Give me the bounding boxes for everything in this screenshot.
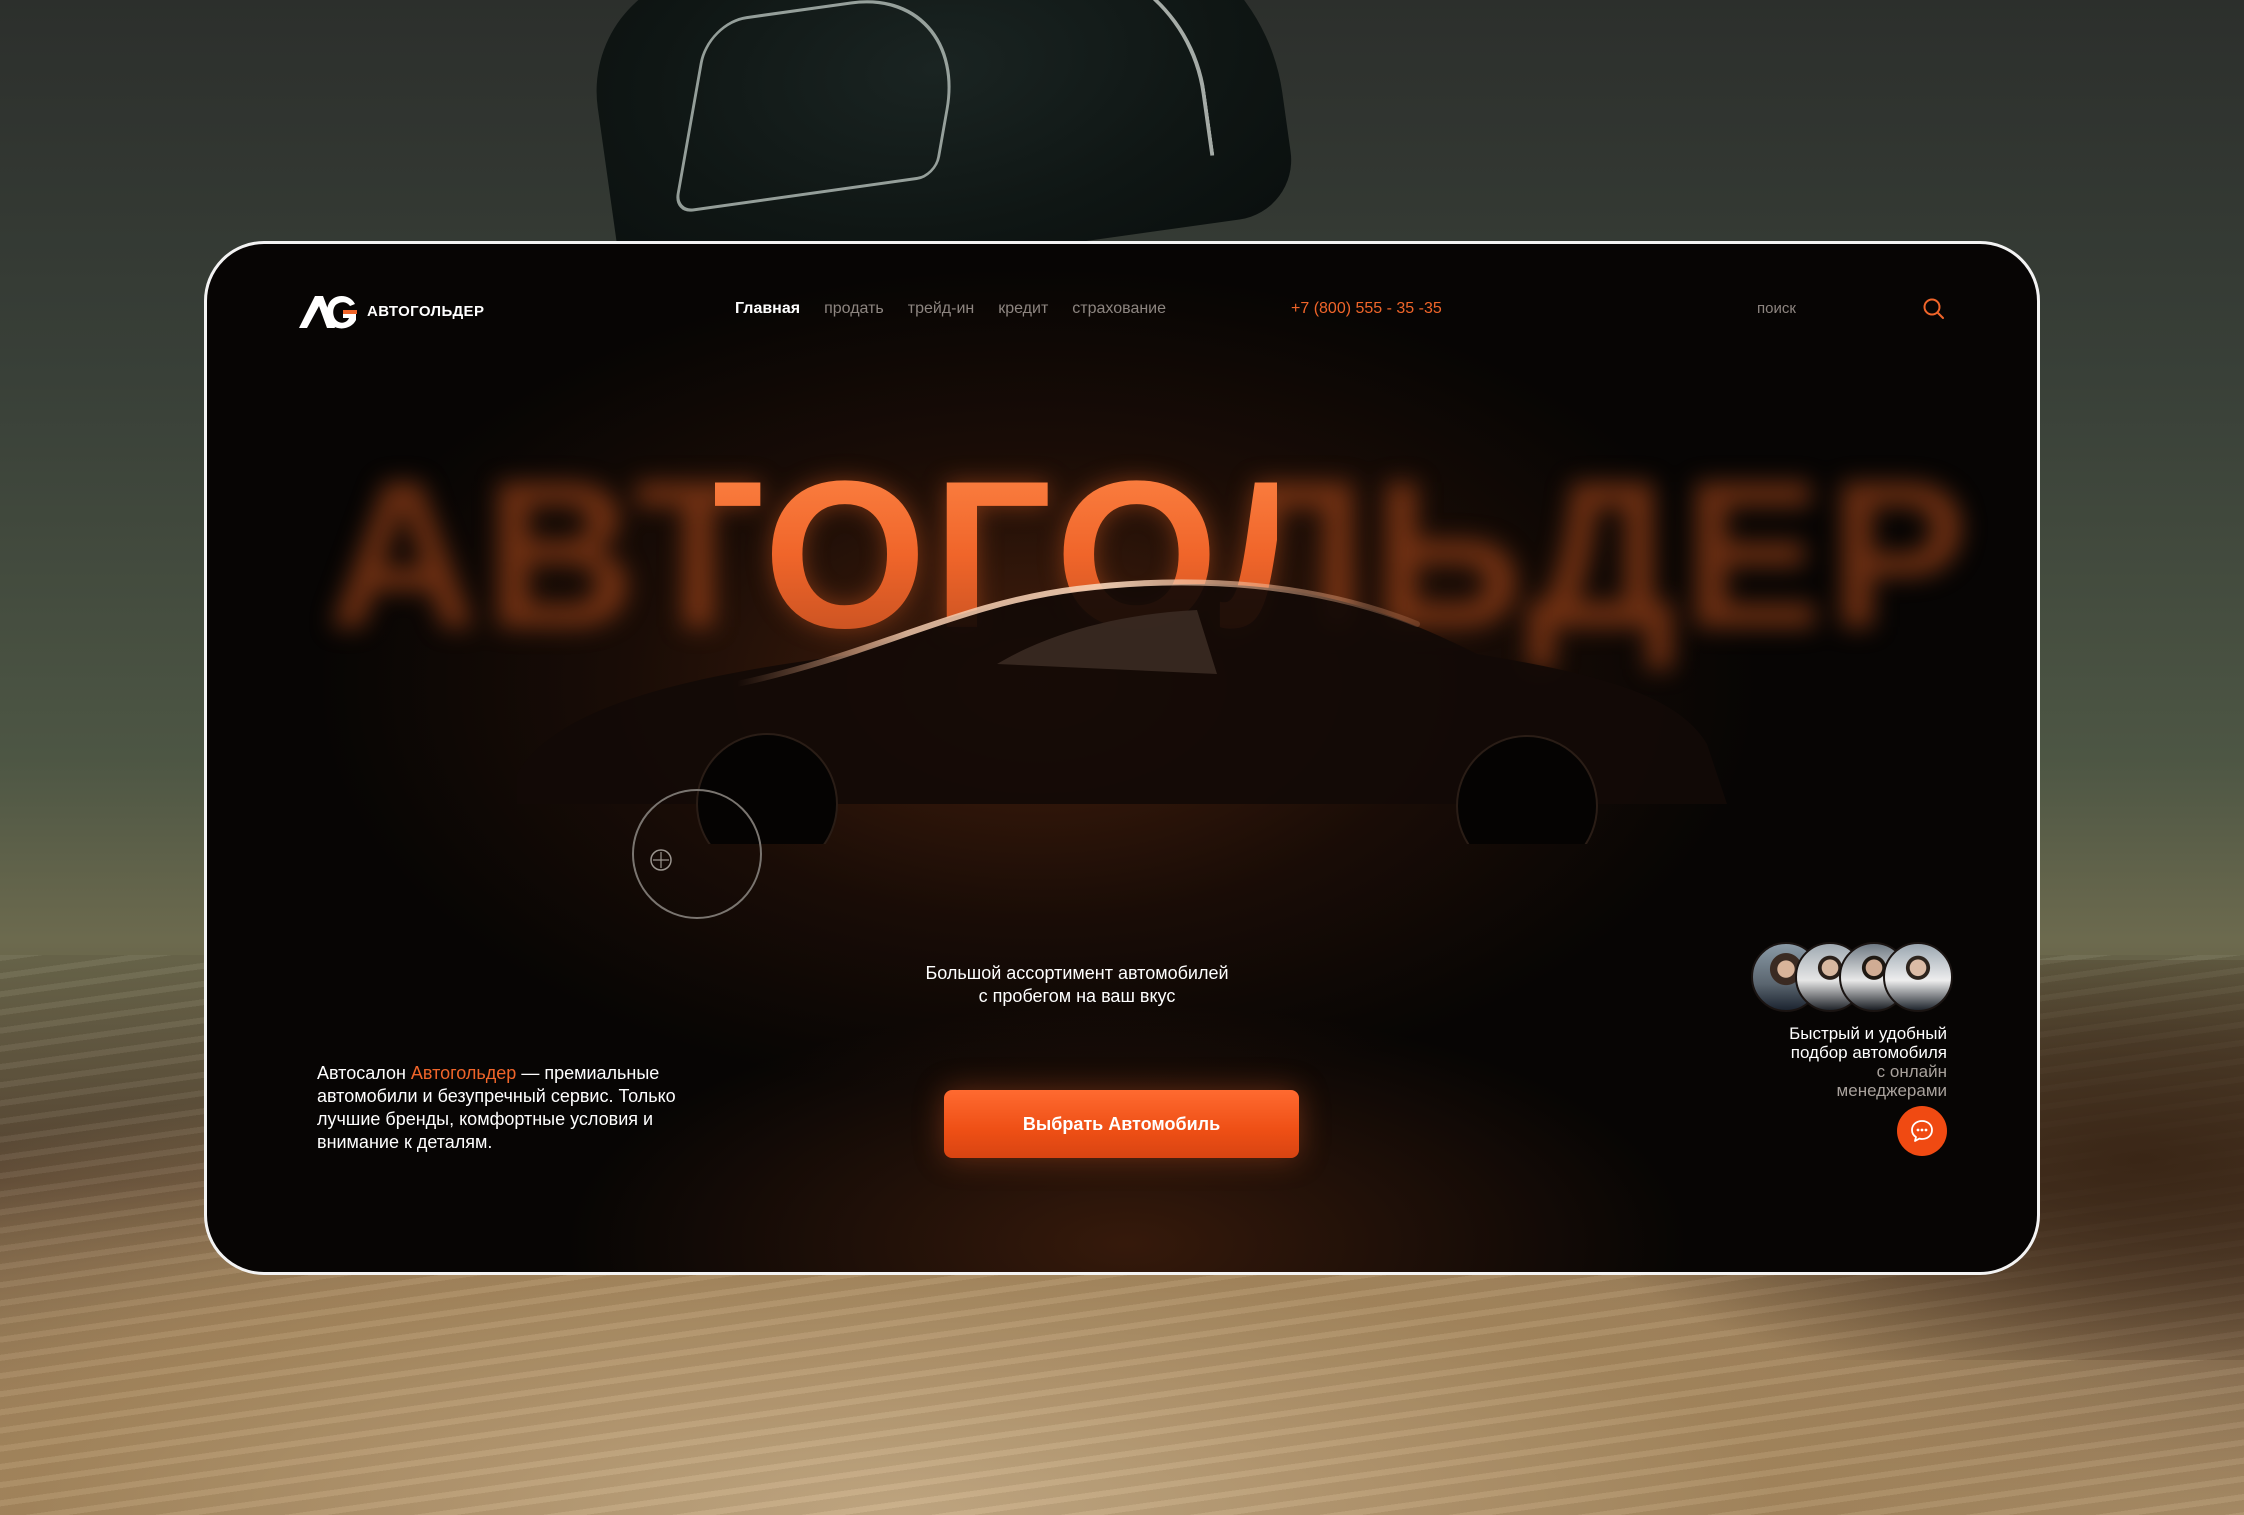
tagline-line-2: с пробегом на ваш вкус bbox=[978, 986, 1176, 1006]
caption-line-1: Быстрый и удобный bbox=[1789, 1024, 1947, 1043]
caption-line-4: менеджерами bbox=[1836, 1081, 1947, 1100]
nav-item-home[interactable]: Главная bbox=[735, 300, 800, 318]
avatar bbox=[1883, 942, 1953, 1012]
choose-car-button[interactable]: Выбрать Автомобиль bbox=[944, 1090, 1299, 1158]
nav-item-trade-in[interactable]: трейд-ин bbox=[908, 300, 975, 318]
managers-caption: Быстрый и удобный подбор автомобиля с он… bbox=[1707, 1024, 1947, 1100]
main-navigation: Главная продать трейд-ин кредит страхова… bbox=[735, 300, 1166, 318]
manager-avatars bbox=[1751, 942, 1953, 1012]
caption-line-3: с онлайн bbox=[1876, 1062, 1947, 1081]
tagline-line-1: Большой ассортимент автомобилей bbox=[925, 963, 1229, 983]
chat-icon bbox=[1911, 1120, 1933, 1142]
wheel-highlight bbox=[632, 789, 762, 919]
brand-name: АВТОГОЛЬДЕР bbox=[367, 302, 485, 320]
description-brand: Автогольдер bbox=[410, 1063, 517, 1083]
chat-button[interactable] bbox=[1897, 1106, 1947, 1156]
description-prefix: Автосалон bbox=[317, 1063, 411, 1083]
site-header: АВТОГОЛЬДЕР Главная продать трейд-ин кре… bbox=[207, 244, 2037, 374]
caption-line-2: подбор автомобиля bbox=[1790, 1043, 1947, 1062]
hero-tagline: Большой ассортимент автомобилей с пробег… bbox=[867, 962, 1287, 1008]
search-icon[interactable] bbox=[1921, 296, 1947, 322]
nav-item-credit[interactable]: кредит bbox=[998, 300, 1048, 318]
phone-number[interactable]: +7 (800) 555 - 35 -35 bbox=[1291, 300, 1442, 318]
brand-logo[interactable]: АВТОГОЛЬДЕР bbox=[297, 290, 484, 332]
website-mockup-frame: АВТОГОЛЬДЕР АВТОГОЛЬДЕР bbox=[204, 241, 2040, 1275]
hero-description: Автосалон Автогольдер — премиальные авто… bbox=[317, 1062, 737, 1154]
search-input[interactable]: поиск bbox=[1757, 300, 1796, 317]
nav-item-insurance[interactable]: страхование bbox=[1072, 300, 1166, 318]
ag-logo-icon bbox=[299, 296, 357, 329]
nav-item-sell[interactable]: продать bbox=[824, 300, 884, 318]
